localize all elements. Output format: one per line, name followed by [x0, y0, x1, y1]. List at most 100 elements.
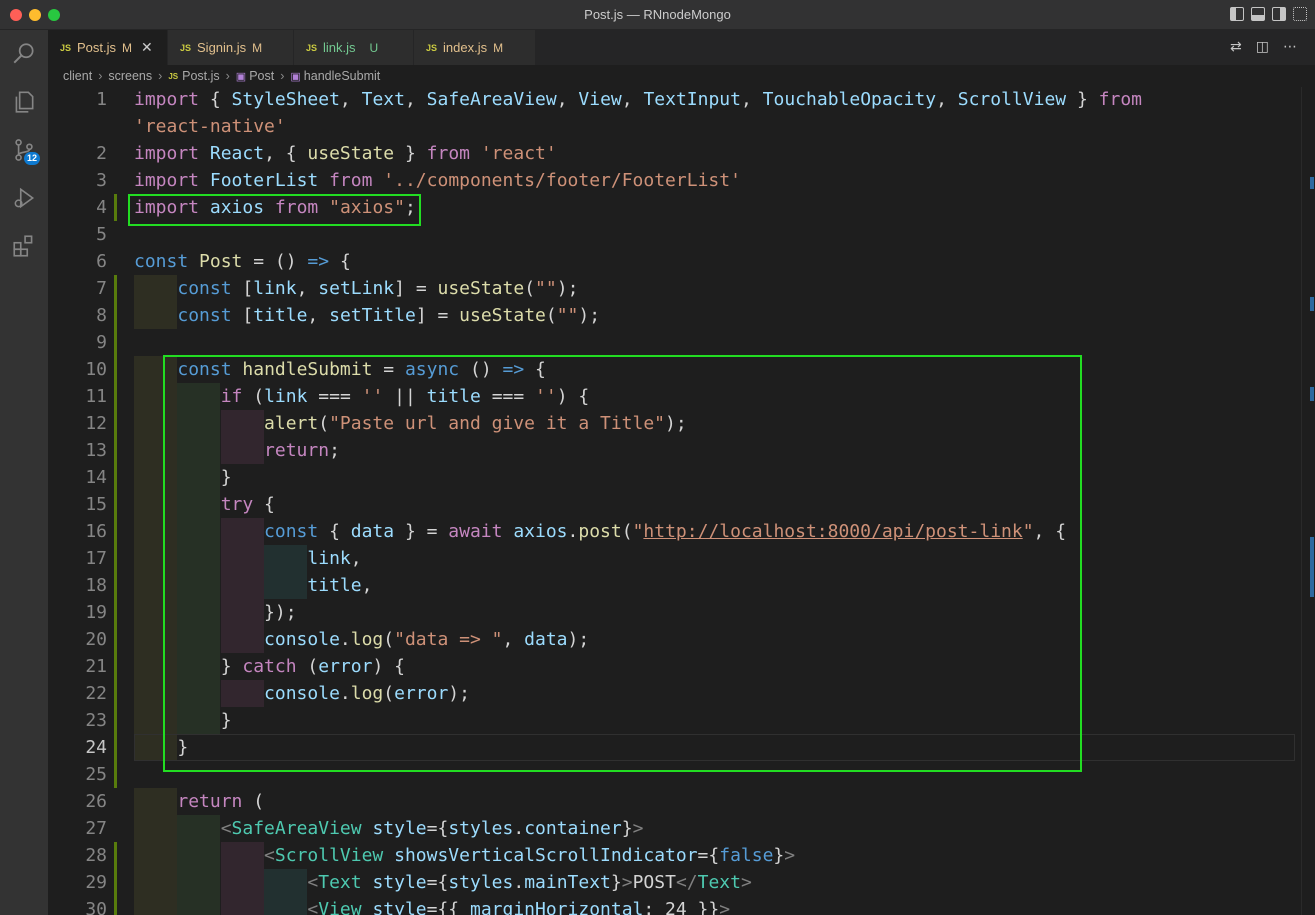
code-line[interactable]: 3 import FooterList from '../components/f…: [48, 167, 1315, 194]
title-bar: Post.js — RNnodeMongo: [0, 0, 1315, 30]
line-number: 18: [85, 575, 107, 596]
code-text: <ScrollView showsVerticalScrollIndicator…: [264, 845, 796, 866]
code-text: const [link, setLink] = useState("");: [177, 278, 579, 299]
layout-controls: [1230, 7, 1307, 21]
chevron-right-icon: ›: [225, 69, 230, 83]
annotation-box: [163, 355, 1082, 772]
line-number: 17: [85, 548, 107, 569]
line-number: 5: [96, 224, 107, 245]
code-line[interactable]: 6 const Post = () => {: [48, 248, 1315, 275]
breadcrumb-folder[interactable]: client: [63, 69, 92, 83]
js-file-icon: JS: [426, 42, 438, 53]
code-line[interactable]: 1 import { StyleSheet, Text, SafeAreaView…: [48, 87, 1315, 113]
tab-label: Signin.js: [197, 40, 247, 55]
close-tab-icon[interactable]: ✕: [141, 39, 153, 56]
git-change-marker[interactable]: [114, 275, 117, 788]
js-file-icon: JS: [168, 71, 179, 81]
run-debug-icon: [14, 187, 35, 209]
js-file-icon: JS: [60, 42, 72, 53]
annotation-box: [128, 194, 421, 226]
code-line[interactable]: 8 const [title, setTitle] = useState("")…: [48, 302, 1315, 329]
code-line[interactable]: 26 return (: [48, 788, 1315, 815]
code-line[interactable]: 29 <Text style={styles.mainText}>POST</T…: [48, 869, 1315, 896]
line-number: 23: [85, 710, 107, 731]
git-change-marker[interactable]: [114, 842, 117, 915]
line-number: 10: [85, 359, 107, 380]
tab-signin-js[interactable]: JS Signin.js M: [168, 30, 294, 65]
toggle-panel-icon[interactable]: [1251, 7, 1265, 21]
activity-extensions[interactable]: [0, 222, 48, 270]
code-editor[interactable]: 1 import { StyleSheet, Text, SafeAreaView…: [48, 87, 1315, 915]
open-changes-icon[interactable]: ⇄: [1230, 39, 1242, 55]
tab-label: index.js: [443, 40, 488, 55]
symbol-variable-icon: ▣: [235, 70, 247, 83]
code-line[interactable]: 9: [48, 329, 1315, 356]
tab-status: M: [493, 40, 504, 55]
code-line[interactable]: 27 <SafeAreaView style={styles.container…: [48, 815, 1315, 842]
line-number: 16: [85, 521, 107, 542]
customize-layout-icon[interactable]: [1293, 7, 1307, 21]
search-icon: [13, 43, 34, 64]
line-number: 6: [96, 251, 107, 272]
activity-source-control[interactable]: 12: [0, 126, 48, 174]
line-number: 24: [85, 737, 107, 758]
line-number: 7: [96, 278, 107, 299]
line-number: 8: [96, 305, 107, 326]
code-text: const Post = () => {: [134, 251, 351, 272]
tab-index-js[interactable]: JS index.js M: [414, 30, 536, 65]
tab-post-js[interactable]: JS Post.js M ✕: [48, 30, 168, 65]
toggle-secondary-sidebar-icon[interactable]: [1272, 7, 1286, 21]
line-number: 14: [85, 467, 107, 488]
code-line[interactable]: 7 const [link, setLink] = useState("");: [48, 275, 1315, 302]
source-control-badge: 12: [24, 152, 41, 165]
tab-status: M: [122, 40, 133, 55]
line-number: 4: [96, 197, 107, 218]
activity-bar: 12: [0, 30, 48, 915]
extensions-icon: [13, 235, 33, 257]
chevron-right-icon: ›: [280, 69, 285, 83]
line-number: 3: [96, 170, 107, 191]
tab-link-js[interactable]: JS link.js U: [294, 30, 414, 65]
breadcrumb-folder[interactable]: screens: [108, 69, 152, 83]
code-line[interactable]: 2 import React, { useState } from 'react': [48, 140, 1315, 167]
line-number: 25: [85, 764, 107, 785]
line-number: 30: [85, 899, 107, 915]
editor-actions: ⇄ ◫ ⋯: [1230, 39, 1297, 55]
line-number: 11: [85, 386, 107, 407]
breadcrumb-symbol[interactable]: Post: [249, 69, 274, 83]
more-actions-icon[interactable]: ⋯: [1283, 39, 1297, 55]
code-text: 'react-native': [134, 116, 286, 137]
js-file-icon: JS: [306, 42, 318, 53]
tab-label: link.js: [323, 40, 356, 55]
tab-label: Post.js: [77, 40, 117, 55]
chevron-right-icon: ›: [98, 69, 103, 83]
code-line[interactable]: 'react-native': [48, 113, 1315, 140]
split-editor-icon[interactable]: ◫: [1256, 39, 1269, 55]
js-file-icon: JS: [180, 42, 192, 53]
files-icon: [15, 91, 34, 113]
code-line[interactable]: 30 <View style={{ marginHorizontal: 24 }…: [48, 896, 1315, 915]
toggle-primary-sidebar-icon[interactable]: [1230, 7, 1244, 21]
line-number: 20: [85, 629, 107, 650]
breadcrumb-file[interactable]: Post.js: [182, 69, 220, 83]
breadcrumb-symbol[interactable]: handleSubmit: [304, 69, 380, 83]
symbol-variable-icon: ▣: [290, 70, 301, 83]
editor-tab-bar: JS Post.js M ✕ JS Signin.js M JS link.js…: [48, 30, 1315, 65]
code-text: <View style={{ marginHorizontal: 24 }}>: [307, 899, 731, 915]
line-number: 29: [85, 872, 107, 893]
git-change-marker[interactable]: [114, 194, 117, 221]
tab-status: U: [369, 40, 379, 55]
line-number: 19: [85, 602, 107, 623]
activity-explorer[interactable]: [0, 78, 48, 126]
line-number: 15: [85, 494, 107, 515]
window-title: Post.js — RNnodeMongo: [584, 7, 731, 22]
activity-search[interactable]: [0, 30, 48, 78]
code-text: <SafeAreaView style={styles.container}>: [220, 818, 644, 839]
code-line[interactable]: 28 <ScrollView showsVerticalScrollIndica…: [48, 842, 1315, 869]
activity-run-debug[interactable]: [0, 174, 48, 222]
code-text: const [title, setTitle] = useState("");: [177, 305, 601, 326]
line-number: 9: [96, 332, 107, 353]
chevron-right-icon: ›: [158, 69, 163, 83]
line-number: 28: [85, 845, 107, 866]
line-number: 12: [85, 413, 107, 434]
